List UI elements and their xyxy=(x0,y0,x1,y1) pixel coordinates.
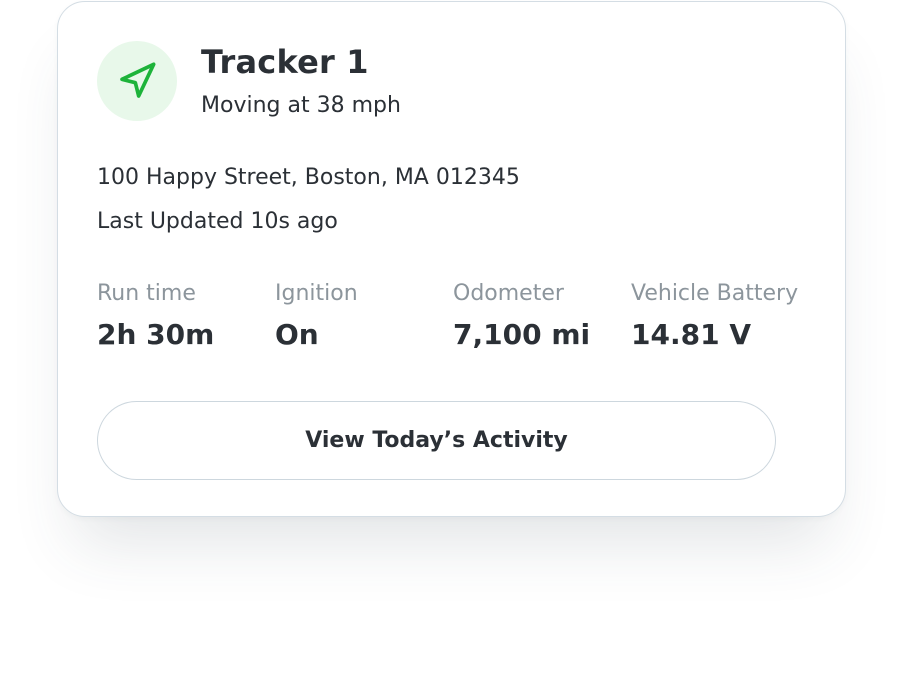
navigation-arrow-icon xyxy=(117,61,157,101)
stat-value: 14.81 V xyxy=(631,318,751,351)
stat-label: Odometer xyxy=(453,281,564,306)
stat-value: 2h 30m xyxy=(97,318,215,351)
last-updated: Last Updated 10s ago xyxy=(97,209,338,234)
stat-run-time: Run time 2h 30m xyxy=(97,281,214,351)
stat-ignition: Ignition On xyxy=(275,281,358,351)
stat-value: On xyxy=(275,318,319,351)
stat-label: Vehicle Battery xyxy=(631,281,799,306)
stat-odometer: Odometer 7,100 mi xyxy=(453,281,590,351)
stat-value: 7,100 mi xyxy=(453,318,591,351)
tracker-status: Moving at 38 mph xyxy=(201,93,401,118)
stat-vehicle-battery: Vehicle Battery 14.81 V xyxy=(631,281,798,351)
view-todays-activity-button[interactable]: View Today’s Activity xyxy=(97,401,776,480)
tracker-icon-badge xyxy=(97,41,177,121)
stat-label: Ignition xyxy=(275,281,358,306)
tracker-name: Tracker 1 xyxy=(201,43,369,81)
stat-label: Run time xyxy=(97,281,196,306)
tracker-address: 100 Happy Street, Boston, MA 012345 xyxy=(97,165,520,190)
tracker-card: Tracker 1 Moving at 38 mph 100 Happy Str… xyxy=(57,1,846,517)
